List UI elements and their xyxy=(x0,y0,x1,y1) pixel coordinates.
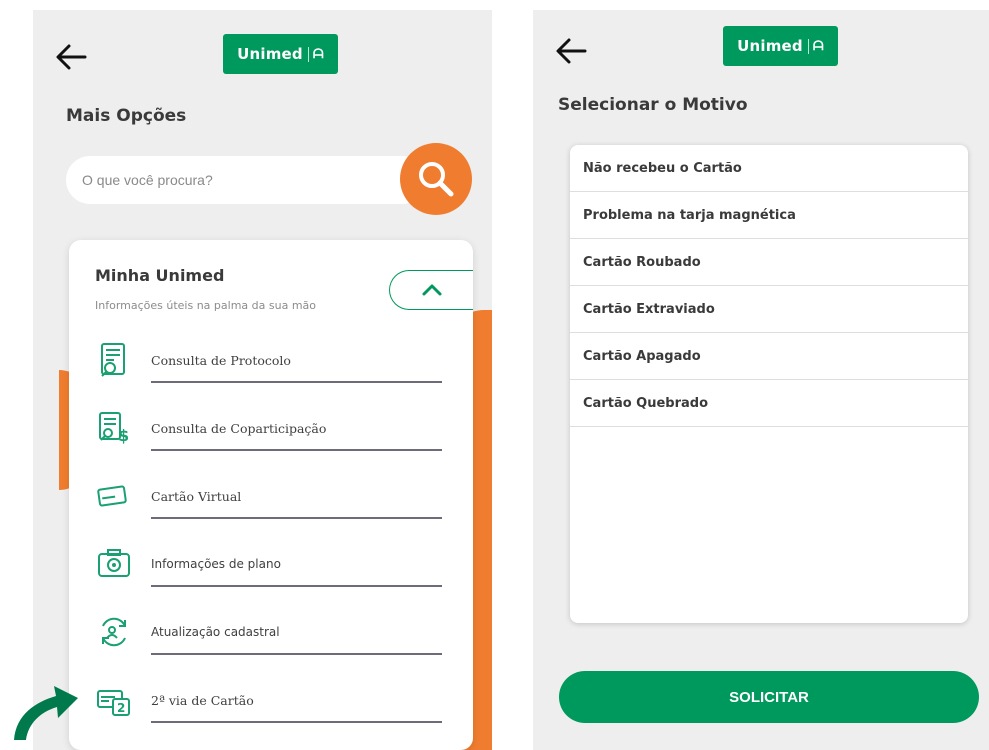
reason-option[interactable]: Cartão Roubado xyxy=(570,239,968,286)
menu-item-label: Atualização cadastral xyxy=(151,625,280,639)
divider xyxy=(151,381,442,383)
back-arrow-icon[interactable] xyxy=(51,37,91,77)
solicitar-button[interactable]: SOLICITAR xyxy=(559,671,979,723)
collapse-button[interactable] xyxy=(389,270,473,310)
back-arrow-icon[interactable] xyxy=(551,31,591,71)
card-copy-icon: 2 xyxy=(97,690,130,716)
page-title: Mais Opções xyxy=(66,106,187,126)
minha-unimed-card: Minha Unimed Informações úteis na palma … xyxy=(69,240,473,750)
reason-list: Não recebeu o Cartão Problema na tarja m… xyxy=(570,145,968,623)
registration-update-icon xyxy=(102,617,126,647)
logo-text: Unimed xyxy=(237,45,303,63)
more-options-screen: Unimedᗩ Mais Opções Minha Unimed Informa… xyxy=(33,10,492,750)
menu-item-segunda-via-cartao[interactable]: 2 2ª via de Cartão xyxy=(95,675,443,735)
card-title: Minha Unimed xyxy=(95,266,225,285)
menu-item-label: Consulta de Coparticipação xyxy=(151,421,327,436)
card-subtitle: Informações úteis na palma da sua mão xyxy=(95,299,316,312)
plan-info-icon xyxy=(98,549,130,577)
divider xyxy=(151,517,442,519)
svg-text:2: 2 xyxy=(117,701,125,715)
menu-item-cartao-virtual[interactable]: Cartão Virtual xyxy=(95,471,443,531)
curved-pointer-arrow-icon xyxy=(14,686,78,740)
menu-item-label: Informações de plano xyxy=(151,557,281,571)
svg-text:$: $ xyxy=(118,426,129,445)
unimed-logo: Unimed ᗩ xyxy=(723,26,838,66)
menu-item-label: Consulta de Protocolo xyxy=(151,353,291,368)
divider xyxy=(151,585,442,587)
protocol-search-icon xyxy=(101,343,125,377)
menu-item-atualizacao-cadastral[interactable]: Atualização cadastral xyxy=(95,607,443,667)
reason-option[interactable]: Cartão Quebrado xyxy=(570,380,968,427)
chevron-up-icon xyxy=(422,284,441,296)
reason-option[interactable]: Cartão Extraviado xyxy=(570,286,968,333)
logo-text: Unimed xyxy=(737,37,803,55)
divider xyxy=(151,653,442,655)
menu-item-label: Cartão Virtual xyxy=(151,489,242,504)
unimed-logo: Unimed ᗩ xyxy=(223,34,338,74)
search-bar[interactable] xyxy=(66,156,426,204)
reason-option[interactable]: Cartão Apagado xyxy=(570,333,968,380)
coparticipation-icon: $ xyxy=(99,412,129,445)
menu-item-informacoes-plano[interactable]: Informações de plano xyxy=(95,539,443,599)
reason-option[interactable]: Problema na tarja magnética xyxy=(570,192,968,239)
logo-mark: ᗩ xyxy=(807,38,824,54)
reason-option[interactable]: Não recebeu o Cartão xyxy=(570,145,968,192)
divider xyxy=(151,721,442,723)
menu-item-label: 2ª via de Cartão xyxy=(151,693,254,708)
divider xyxy=(151,449,442,451)
virtual-card-icon xyxy=(97,485,127,507)
menu-item-consulta-protocolo[interactable]: Consulta de Protocolo xyxy=(95,335,443,395)
search-button[interactable] xyxy=(400,143,472,215)
menu-item-consulta-coparticipacao[interactable]: $ Consulta de Coparticipação xyxy=(95,403,443,463)
search-input[interactable] xyxy=(80,171,384,189)
search-icon xyxy=(419,162,454,197)
page-title: Selecionar o Motivo xyxy=(558,95,748,115)
select-reason-screen: Unimed ᗩ Selecionar o Motivo Não recebeu … xyxy=(533,10,989,750)
logo-mark: ᗩ xyxy=(307,46,324,62)
